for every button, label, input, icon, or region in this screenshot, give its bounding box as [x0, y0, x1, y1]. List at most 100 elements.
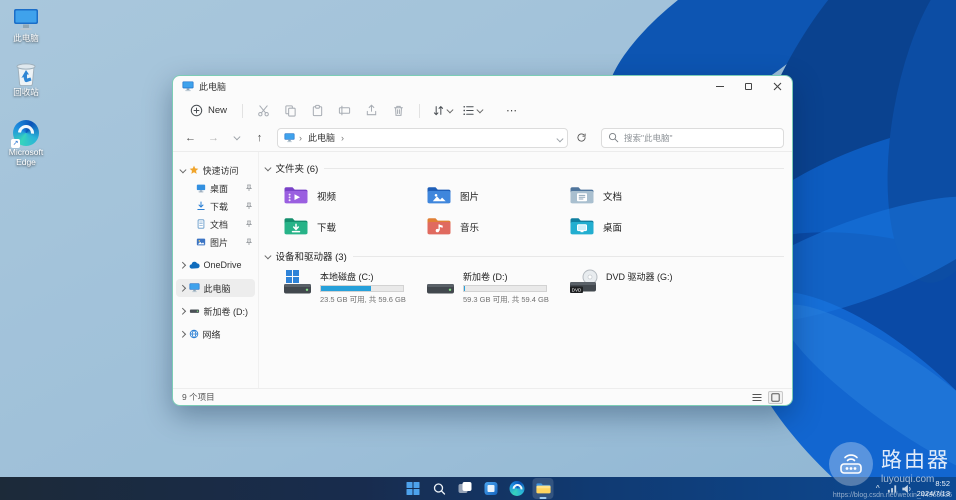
sidebar-item-onedrive[interactable]: OneDrive: [176, 256, 255, 274]
sidebar-item-new-volume-d[interactable]: 新加卷 (D:): [176, 302, 255, 320]
breadcrumb-this-pc[interactable]: 此电脑: [306, 131, 337, 144]
taskbar-clock[interactable]: 8:52 2024/7/13: [917, 479, 952, 498]
data-drive-icon: [427, 284, 454, 294]
paste-button[interactable]: [305, 101, 330, 121]
address-bar[interactable]: › 此电脑 ›: [277, 127, 568, 148]
more-options-button[interactable]: ⋯: [501, 104, 523, 117]
search-icon: [608, 132, 619, 143]
refresh-button[interactable]: [572, 128, 591, 147]
rename-button[interactable]: [332, 101, 357, 121]
delete-button[interactable]: [386, 101, 411, 121]
sidebar-item-label: 网络: [202, 329, 221, 340]
taskbar-search-button[interactable]: [429, 478, 450, 499]
breadcrumb-pc-icon: [284, 132, 295, 142]
music-folder-icon: [427, 218, 451, 235]
chevron-down-icon: [476, 106, 483, 113]
folder-item-downloads[interactable]: 下载: [283, 211, 426, 242]
group-header-folders[interactable]: 文件夹 (6): [264, 160, 784, 176]
cut-button[interactable]: [251, 101, 276, 121]
window-icon: [182, 81, 194, 92]
pin-icon: [245, 238, 253, 245]
drive-icon: [189, 309, 199, 313]
drive-item-c[interactable]: 本地磁盘 (C:) 23.5 GB 可用, 共 59.6 GB: [283, 269, 426, 305]
edge-icon: ↗: [11, 120, 39, 148]
breadcrumb-separator: ›: [299, 132, 302, 143]
copy-icon: [285, 105, 296, 117]
share-button[interactable]: [359, 101, 384, 121]
folder-item-desktop[interactable]: 桌面: [569, 211, 712, 242]
sidebar-item-label: 新加卷 (D:): [203, 306, 249, 317]
taskbar-center-icons: [403, 477, 554, 500]
drive-item-d[interactable]: 新加卷 (D:) 59.3 GB 可用, 共 59.4 GB: [426, 269, 569, 305]
breadcrumb-separator: ›: [341, 132, 345, 143]
pictures-icon: [196, 238, 206, 246]
sidebar-item-label: 快速访问: [202, 165, 239, 176]
clock-date: 2024/7/13: [916, 488, 950, 498]
chevron-down-icon: [179, 166, 187, 173]
drive-name: 本地磁盘 (C:): [320, 272, 374, 282]
search-box[interactable]: [601, 127, 784, 148]
taskbar-edge-button[interactable]: [507, 478, 528, 499]
window-title: 此电脑: [199, 82, 227, 92]
desktop-icon-edge[interactable]: ↗ Microsoft Edge: [0, 120, 52, 168]
sidebar-item-network[interactable]: 网络: [176, 325, 255, 343]
sort-button[interactable]: [428, 102, 456, 119]
folder-item-music[interactable]: 音乐: [426, 211, 569, 242]
maximize-button[interactable]: [734, 76, 763, 97]
new-button[interactable]: New: [183, 101, 234, 120]
sidebar-item-label: OneDrive: [203, 260, 242, 270]
toolbar-divider: [242, 103, 244, 118]
desktop-icon-this-pc[interactable]: 此电脑: [0, 8, 52, 44]
large-icons-view-button[interactable]: [768, 390, 783, 404]
drive-capacity-fill: [464, 286, 465, 291]
desktop-icon-label: 回收站: [13, 87, 39, 97]
details-view-button[interactable]: [749, 391, 764, 404]
address-dropdown-button[interactable]: [556, 129, 563, 147]
up-button[interactable]: ↑: [250, 128, 269, 147]
close-button[interactable]: [763, 76, 792, 97]
task-view-button[interactable]: [455, 478, 476, 499]
pin-icon: [245, 220, 253, 227]
files-pane: 文件夹 (6) 视频 图片 文档 下载 音乐 桌面 设备和驱动器 (3) 本地磁…: [259, 152, 792, 388]
folder-item-pictures[interactable]: 图片: [426, 180, 569, 211]
sidebar-item-this-pc[interactable]: 此电脑: [176, 279, 255, 297]
folder-item-documents[interactable]: 文档: [569, 180, 712, 211]
chevron-right-icon: [179, 330, 186, 338]
group-header-devices[interactable]: 设备和驱动器 (3): [264, 248, 784, 264]
taskbar: ^ 8:52 2024/7/13: [0, 477, 956, 500]
desktop-icon-recycle-bin[interactable]: 回收站: [0, 60, 52, 98]
recent-locations-button[interactable]: [227, 128, 246, 147]
widgets-button[interactable]: [481, 478, 502, 499]
videos-folder-icon: [284, 187, 308, 204]
sidebar-item-documents[interactable]: 文档: [176, 215, 255, 233]
drive-capacity-text: 23.5 GB 可用, 共 59.6 GB: [320, 295, 406, 304]
drive-capacity-bar: [463, 285, 547, 292]
maximize-icon: [745, 83, 752, 90]
view-button[interactable]: [458, 102, 486, 119]
minimize-button[interactable]: [705, 76, 734, 97]
sidebar-item-pictures[interactable]: 图片: [176, 233, 255, 251]
shortcut-arrow-icon: ↗: [11, 139, 20, 148]
command-bar: New ⋯: [173, 97, 792, 124]
sidebar-item-quick-access[interactable]: 快速访问: [176, 161, 255, 179]
toolbar-divider: [419, 103, 421, 118]
windows-logo-icon: [406, 482, 420, 495]
drive-item-dvd[interactable]: DVD DVD 驱动器 (G:): [569, 269, 712, 305]
search-input[interactable]: [624, 132, 777, 143]
sidebar-item-desktop[interactable]: 桌面: [176, 179, 255, 197]
start-button[interactable]: [403, 478, 424, 499]
sidebar-item-downloads[interactable]: 下载: [176, 197, 255, 215]
back-button[interactable]: ←: [181, 128, 200, 147]
status-bar: 9 个项目: [173, 388, 792, 405]
tray-status-icons[interactable]: [887, 484, 912, 494]
navigation-pane: 快速访问 桌面 下载 文档 图片 OneDrive 此电脑 新加卷 (D:) 网…: [173, 152, 259, 388]
titlebar[interactable]: 此电脑: [173, 76, 792, 97]
taskbar-explorer-button[interactable]: [532, 478, 554, 499]
chevron-right-icon: [179, 307, 186, 315]
edge-icon: [509, 481, 525, 496]
folder-item-videos[interactable]: 视频: [283, 180, 426, 211]
chevron-down-icon: [556, 135, 563, 142]
hidden-icons-button[interactable]: ^: [874, 484, 882, 493]
forward-button[interactable]: →: [204, 128, 223, 147]
copy-button[interactable]: [278, 101, 303, 121]
